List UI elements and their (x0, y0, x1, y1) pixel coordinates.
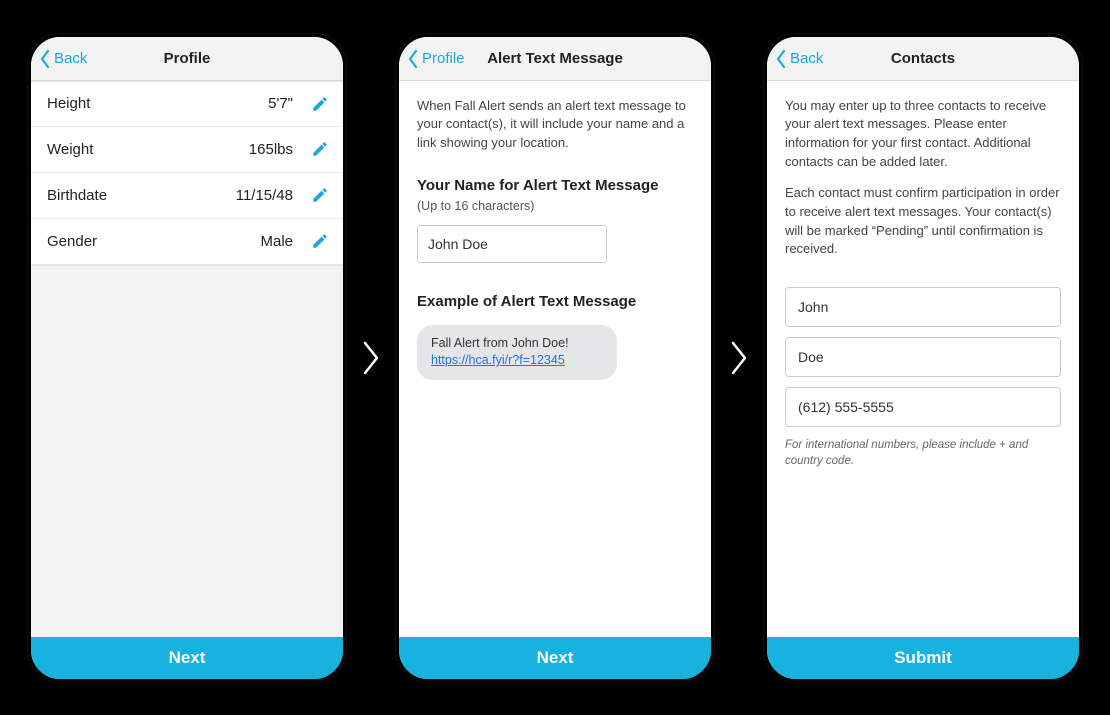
back-label: Profile (422, 50, 465, 67)
example-message-bubble: Fall Alert from John Doe! https://hca.fy… (417, 325, 617, 380)
pencil-icon[interactable] (311, 232, 329, 250)
contacts-para-2: Each contact must confirm participation … (785, 184, 1061, 259)
row-gender[interactable]: Gender Male (31, 219, 343, 265)
row-weight[interactable]: Weight 165lbs (31, 127, 343, 173)
row-value: Male (260, 233, 293, 250)
name-section-sub: (Up to 16 characters) (417, 197, 693, 215)
alert-name-value: John Doe (428, 234, 488, 254)
flow-arrow-icon (722, 341, 756, 375)
phone-hint: For international numbers, please includ… (785, 437, 1061, 469)
row-height[interactable]: Height 5'7" (31, 81, 343, 127)
last-name-value: Doe (798, 347, 824, 367)
row-value: 165lbs (249, 141, 293, 158)
page-title: Alert Text Message (487, 50, 623, 67)
example-title: Example of Alert Text Message (417, 291, 693, 313)
name-section-title: Your Name for Alert Text Message (417, 175, 693, 197)
row-label: Height (47, 95, 90, 112)
next-button[interactable]: Next (399, 637, 711, 679)
back-button[interactable]: Back (775, 37, 823, 81)
submit-label: Submit (894, 648, 952, 668)
chevron-left-icon (39, 49, 51, 69)
flow-arrow-icon (354, 341, 388, 375)
phone-contacts: Back Contacts You may enter up to three … (764, 34, 1082, 682)
next-label: Next (169, 648, 206, 668)
last-name-input[interactable]: Doe (785, 337, 1061, 377)
phone-alert-message: Profile Alert Text Message When Fall Ale… (396, 34, 714, 682)
row-birthdate[interactable]: Birthdate 11/15/48 (31, 173, 343, 219)
chevron-left-icon (407, 49, 419, 69)
phone-input[interactable]: (612) 555-5555 (785, 387, 1061, 427)
row-value: 11/15/48 (236, 187, 293, 204)
back-button[interactable]: Profile (407, 37, 465, 81)
next-button[interactable]: Next (31, 637, 343, 679)
next-label: Next (537, 648, 574, 668)
pencil-icon[interactable] (311, 186, 329, 204)
chevron-left-icon (775, 49, 787, 69)
contacts-content: You may enter up to three contacts to re… (767, 81, 1079, 637)
page-title: Profile (164, 50, 211, 67)
alert-content: When Fall Alert sends an alert text mess… (399, 81, 711, 637)
row-label: Gender (47, 233, 97, 250)
intro-text: When Fall Alert sends an alert text mess… (417, 97, 693, 154)
contacts-para-1: You may enter up to three contacts to re… (785, 97, 1061, 172)
pencil-icon[interactable] (311, 95, 329, 113)
row-value: 5'7" (268, 95, 293, 112)
submit-button[interactable]: Submit (767, 637, 1079, 679)
back-button[interactable]: Back (39, 37, 87, 81)
row-label: Birthdate (47, 187, 107, 204)
back-label: Back (54, 50, 87, 67)
header: Profile Alert Text Message (399, 37, 711, 81)
header: Back Profile (31, 37, 343, 81)
alert-name-input[interactable]: John Doe (417, 225, 607, 263)
phone-value: (612) 555-5555 (798, 397, 894, 417)
profile-list: Height 5'7" Weight 165lbs Birthdate 11/1… (31, 81, 343, 637)
pencil-icon[interactable] (311, 140, 329, 158)
phone-profile: Back Profile Height 5'7" Weight 165lbs (28, 34, 346, 682)
bubble-link[interactable]: https://hca.fyi/r?f=12345 (431, 352, 603, 370)
bubble-text: Fall Alert from John Doe! (431, 335, 603, 353)
back-label: Back (790, 50, 823, 67)
first-name-input[interactable]: John (785, 287, 1061, 327)
first-name-value: John (798, 297, 828, 317)
row-label: Weight (47, 141, 93, 158)
header: Back Contacts (767, 37, 1079, 81)
page-title: Contacts (891, 50, 955, 67)
